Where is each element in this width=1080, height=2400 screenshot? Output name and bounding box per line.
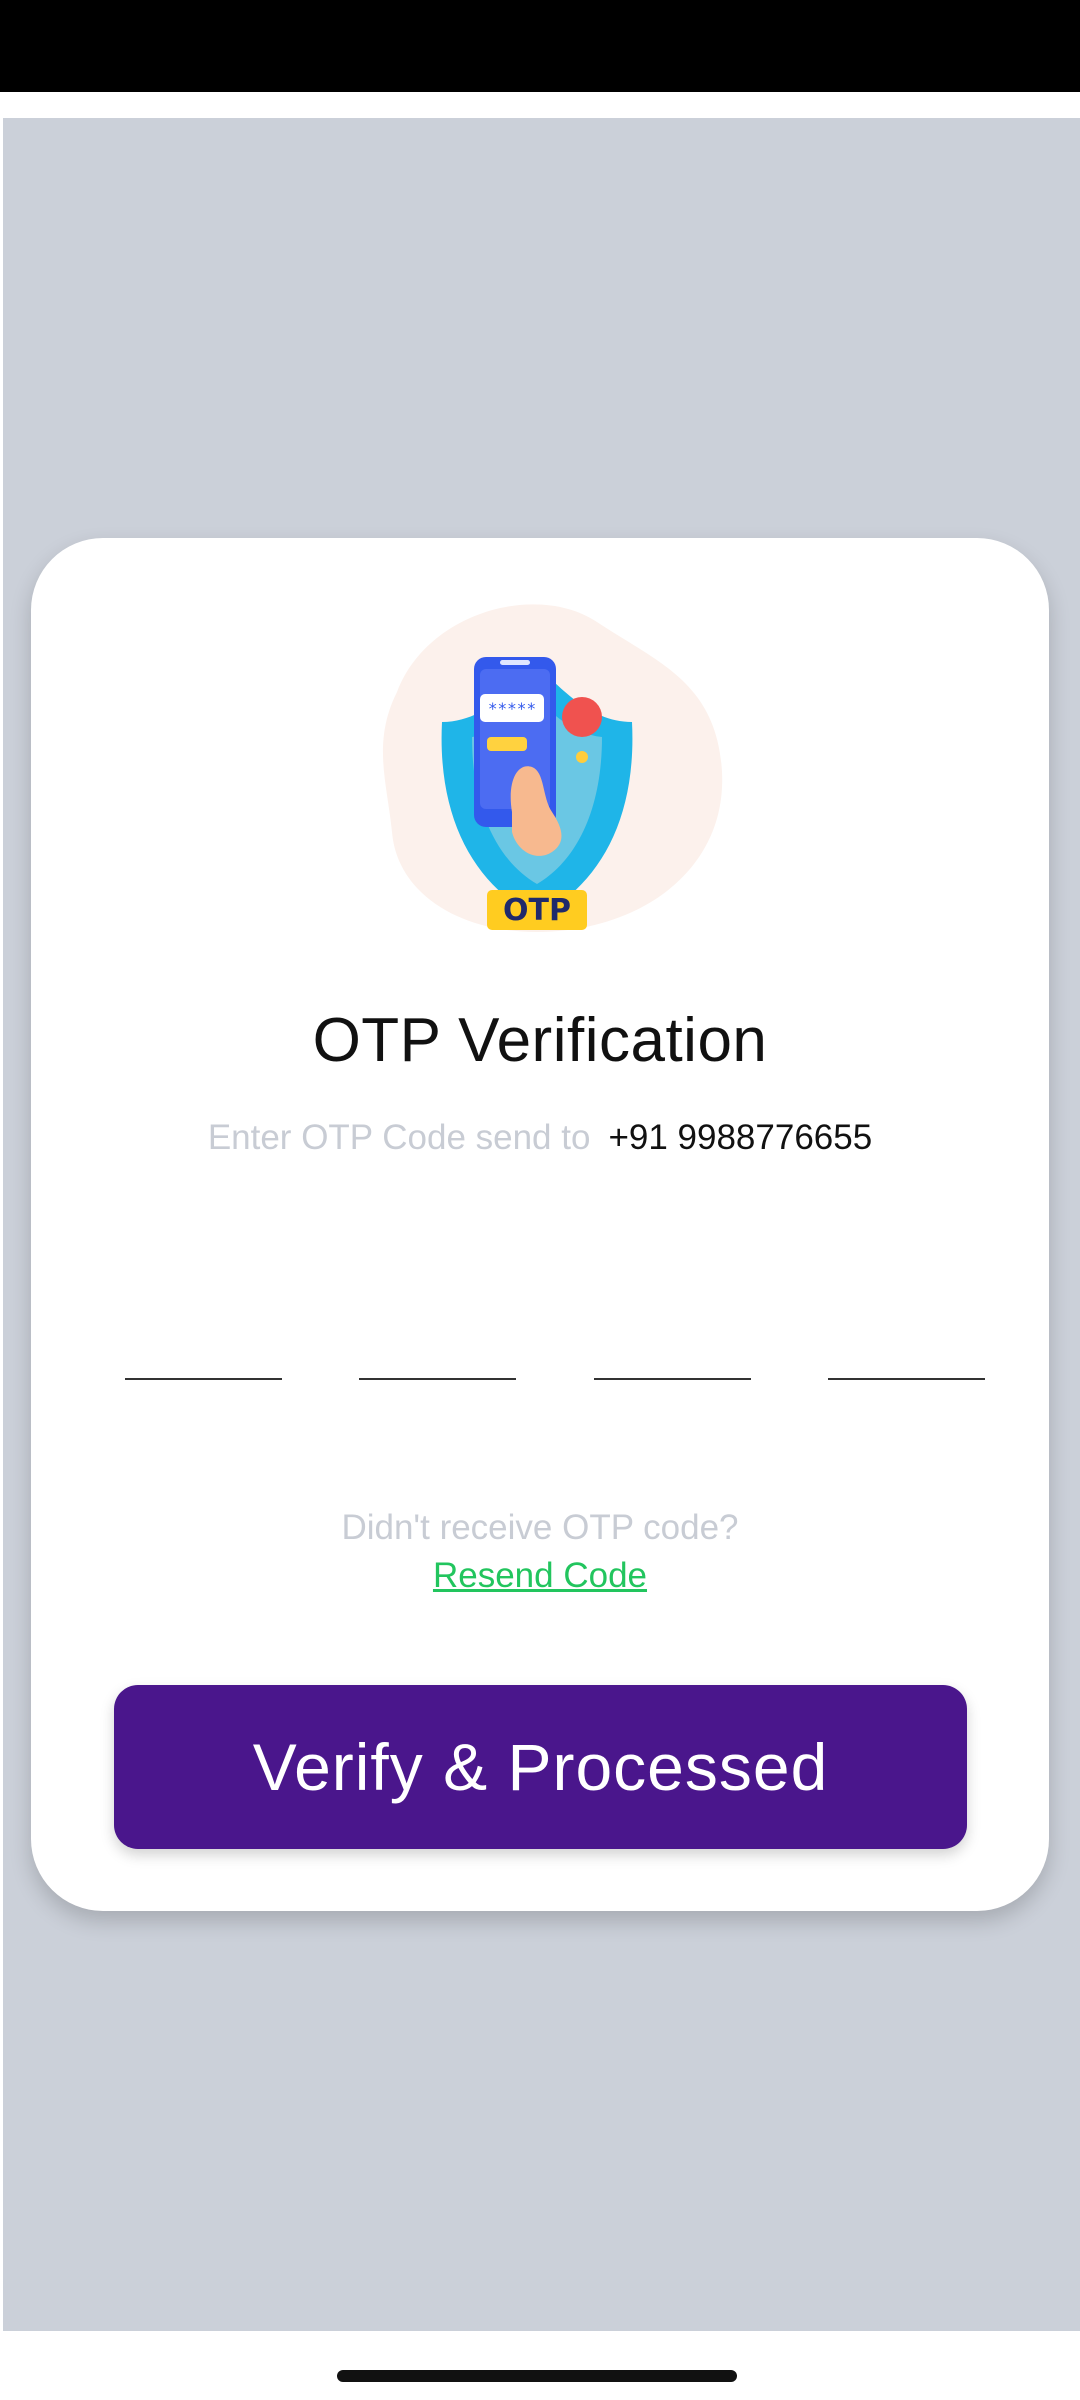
status-bar <box>0 0 1080 92</box>
home-indicator[interactable] <box>337 2370 737 2382</box>
otp-digit-1[interactable] <box>125 1300 282 1380</box>
otp-digit-4[interactable] <box>828 1300 985 1380</box>
otp-digit-3[interactable] <box>594 1300 751 1380</box>
otp-instruction-text: Enter OTP Code send to <box>207 1118 591 1157</box>
otp-shield-phone-icon: ***** OTP <box>382 604 723 932</box>
resend-question: Didn't receive OTP code? <box>341 1508 739 1547</box>
phone-number: +91 9988776655 <box>608 1118 873 1157</box>
otp-illustration: ***** OTP <box>337 572 737 962</box>
otp-digit-2[interactable] <box>359 1300 516 1380</box>
verify-button[interactable]: Verify & Processed <box>114 1685 967 1849</box>
resend-code-link[interactable]: Resend Code <box>0 1556 1080 1596</box>
svg-text:*****: ***** <box>488 699 536 718</box>
otp-instruction: Enter OTP Code send to +91 9988776655 <box>0 1118 1080 1158</box>
page-title: OTP Verification <box>312 1006 768 1075</box>
svg-text:OTP: OTP <box>503 893 571 928</box>
